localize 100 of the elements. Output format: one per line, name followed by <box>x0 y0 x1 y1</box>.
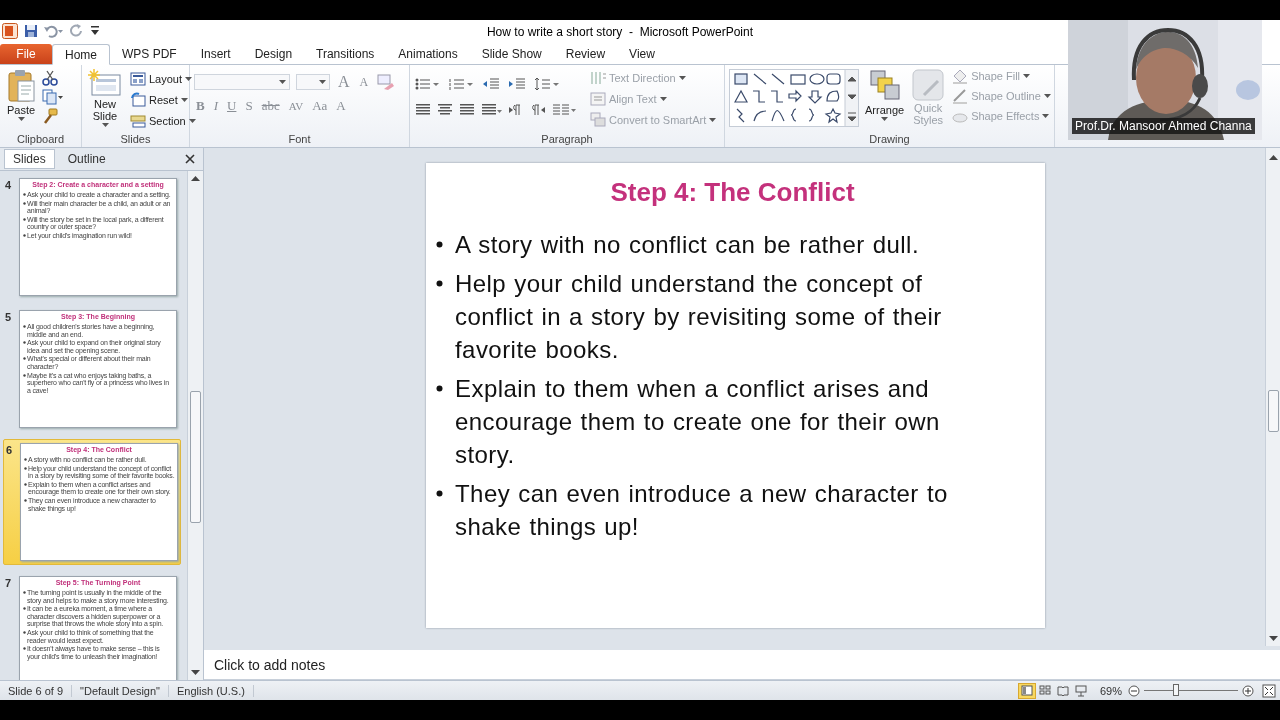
slide-thumbnail[interactable] <box>19 576 177 680</box>
align-text-icon <box>590 91 606 107</box>
bullet-icon <box>23 591 26 594</box>
bullet-icon <box>436 490 443 497</box>
new-slide-button[interactable]: New Slide <box>86 67 124 132</box>
bullet-icon <box>24 466 27 470</box>
quick-styles-icon <box>912 69 945 101</box>
group-label: Drawing <box>868 132 911 147</box>
shape-fill-icon <box>952 68 969 84</box>
group-label: Slides <box>119 132 152 147</box>
scroll-down-icon[interactable] <box>191 670 200 676</box>
scrollbar-thumb[interactable] <box>190 391 201 523</box>
paste-button[interactable]: Paste <box>4 67 38 132</box>
bullets-icon[interactable] <box>414 76 440 92</box>
shape-outline-icon <box>952 88 969 104</box>
text-direction-icon <box>590 70 606 86</box>
smartart-icon <box>590 112 606 128</box>
scroll-up-icon[interactable] <box>1268 154 1278 160</box>
justify-icon[interactable] <box>480 102 502 118</box>
align-left-icon[interactable] <box>414 102 430 118</box>
sorter-view-icon <box>1038 684 1051 697</box>
bullet-icon <box>23 233 26 237</box>
bullet-icon <box>436 241 443 248</box>
file-menu-tab[interactable]: File <box>0 44 52 64</box>
copy-icon[interactable] <box>42 89 64 105</box>
undo-icon[interactable] <box>44 24 64 38</box>
bullet-icon <box>24 498 27 502</box>
slide-thumbnail[interactable] <box>19 310 177 428</box>
slide-number: 4 <box>5 178 13 193</box>
bullet-icon <box>436 280 443 287</box>
scroll-up-icon[interactable] <box>191 175 200 181</box>
group-label: Paragraph <box>540 132 594 147</box>
participant-name: Prof.Dr. Mansoor Ahmed Channa <box>1072 118 1255 134</box>
reading-view-icon <box>1056 684 1069 697</box>
slide-bullet: Help your child understand the concept of conflict in a story by revisiting some of their favorite books. <box>455 269 943 365</box>
ribbon-command[interactable]: Section <box>128 112 198 130</box>
section-icon <box>130 113 146 129</box>
layout-icon <box>130 71 146 87</box>
decrease-indent-icon[interactable] <box>482 76 500 92</box>
save-icon[interactable] <box>24 24 38 38</box>
scissors-icon[interactable] <box>42 70 58 86</box>
caret-icon[interactable] <box>17 117 25 121</box>
slide-number: 5 <box>5 310 13 325</box>
slide-title: Step 4: The Conflict <box>609 177 856 208</box>
normal-view-button[interactable] <box>1017 682 1036 699</box>
increase-indent-icon[interactable] <box>508 76 526 92</box>
panel-tab[interactable]: Slides <box>4 149 55 169</box>
slide-thumbnail[interactable] <box>20 443 178 561</box>
ribbon-tab[interactable]: Animations <box>386 44 470 64</box>
caret-icon[interactable] <box>319 80 326 84</box>
ribbon-tab[interactable]: Home <box>52 44 110 65</box>
ribbon-tab[interactable]: Design <box>242 44 305 64</box>
font-size-field[interactable] <box>296 74 330 90</box>
slide-number: 7 <box>5 576 13 591</box>
ribbon-tab[interactable]: Insert <box>188 44 243 64</box>
ribbon-command[interactable]: Layout <box>128 70 198 88</box>
ribbon-tab[interactable]: Transitions <box>304 44 387 64</box>
zoom-in-icon[interactable] <box>1242 684 1254 697</box>
right-to-left-icon[interactable] <box>530 102 546 118</box>
close-icon[interactable] <box>185 154 195 164</box>
caret-icon[interactable] <box>101 123 109 127</box>
caret-icon[interactable] <box>188 119 196 123</box>
bullet-icon <box>24 458 27 461</box>
bullet-icon <box>23 341 26 345</box>
new-slide-icon <box>88 69 122 97</box>
align-center-icon[interactable] <box>436 102 452 118</box>
zoom-slider-thumb[interactable] <box>1172 684 1179 696</box>
shapes-gallery-drawing[interactable] <box>729 69 859 127</box>
line-spacing-icon[interactable] <box>534 76 560 92</box>
align-right-icon[interactable] <box>458 102 474 118</box>
zoom-out-icon[interactable] <box>1128 684 1140 697</box>
caret-icon[interactable] <box>185 77 193 81</box>
font-name-field[interactable] <box>194 74 290 90</box>
ribbon-tab[interactable]: Slide Show <box>469 44 554 64</box>
format-painter-icon[interactable] <box>42 108 58 124</box>
arrange-button[interactable]: Arrange <box>863 67 907 132</box>
bullet-icon <box>23 647 26 651</box>
customize-menu-icon[interactable] <box>90 25 100 37</box>
fit-to-window-icon[interactable] <box>1262 683 1276 698</box>
bullet-icon <box>24 482 27 486</box>
ribbon-tab[interactable]: View <box>617 44 667 64</box>
caret-icon[interactable] <box>279 80 286 84</box>
caret-icon[interactable] <box>881 117 889 121</box>
scroll-down-icon[interactable] <box>1268 636 1278 642</box>
ribbon-tab[interactable]: WPS PDF <box>110 44 189 64</box>
ribbon-tab[interactable]: Review <box>553 44 618 64</box>
scrollbar-thumb[interactable] <box>1267 390 1279 432</box>
clipboard-icon <box>6 69 36 103</box>
window-title: How to write a short story - Microsoft PowerPoint <box>486 25 755 39</box>
status-text: English (U.S.) <box>169 684 254 697</box>
caret-icon[interactable] <box>180 98 188 102</box>
powerpoint-logo-icon <box>2 23 18 39</box>
slide-thumbnail[interactable] <box>19 178 177 296</box>
bullet-icon <box>23 357 26 361</box>
panel-tab[interactable]: Outline <box>58 149 115 169</box>
slide-number: 6 <box>6 443 14 458</box>
slide-bullet: A story with no conflict can be rather dull. <box>455 230 920 260</box>
zoom-level[interactable]: 69% <box>1089 684 1128 697</box>
status-text: Slide 6 of 9 <box>0 684 73 697</box>
slide-bullet: They can even introduce a new character to shake things up! <box>455 479 949 542</box>
